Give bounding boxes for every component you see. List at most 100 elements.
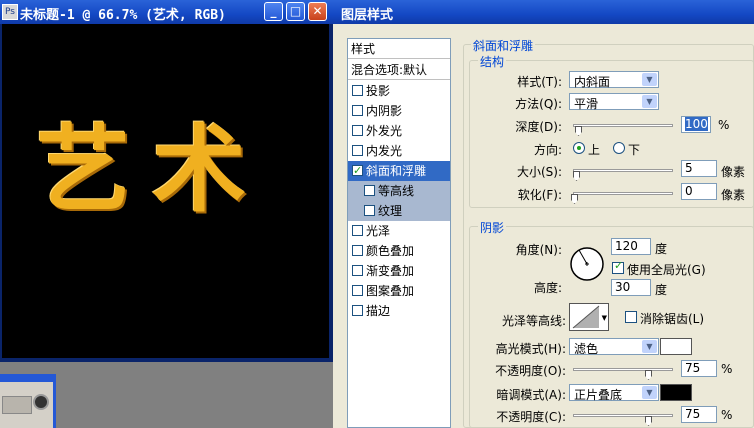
size-input[interactable]: 5 <box>681 160 717 177</box>
style-checkbox[interactable] <box>352 161 363 181</box>
structure-title: 结构 <box>478 53 507 70</box>
bevel-style-select[interactable]: 内斜面 ▼ <box>569 71 659 89</box>
soften-unit: 像素 <box>721 188 746 202</box>
style-item[interactable]: 等高线 <box>348 181 450 201</box>
soften-slider[interactable] <box>573 192 673 195</box>
style-checkbox[interactable] <box>352 105 363 116</box>
size-unit: 像素 <box>721 165 746 179</box>
direction-up-radio[interactable] <box>573 142 585 154</box>
shadow-mode-value: 正片叠底 <box>574 388 623 402</box>
style-item-label: 颜色叠加 <box>366 244 415 258</box>
direction-label: 方向: <box>533 143 562 157</box>
style-checkbox[interactable] <box>352 125 363 136</box>
style-item-label: 内发光 <box>366 144 403 158</box>
angle-dial-icon[interactable] <box>569 246 605 282</box>
altitude-label: 高度: <box>533 281 562 295</box>
highlight-mode-value: 滤色 <box>574 342 599 356</box>
close-button[interactable]: ✕ <box>308 2 327 21</box>
altitude-input[interactable]: 30 <box>611 279 651 296</box>
dialog-titlebar[interactable]: 图层样式 <box>333 0 754 24</box>
photoshop-document-icon: Ps <box>2 4 18 20</box>
depth-slider[interactable] <box>573 124 673 127</box>
style-label: 样式(T): <box>517 75 562 89</box>
antialias-checkbox[interactable] <box>625 311 637 323</box>
gloss-contour-label: 光泽等高线: <box>501 314 566 328</box>
style-item[interactable]: 投影 <box>348 81 450 101</box>
style-checkbox[interactable] <box>352 245 363 256</box>
style-item[interactable]: 描边 <box>348 301 450 321</box>
highlight-color-swatch[interactable] <box>660 338 692 355</box>
style-item-label: 图案叠加 <box>366 284 415 298</box>
dialog-title: 图层样式 <box>341 8 394 23</box>
style-item-label: 描边 <box>366 304 391 318</box>
style-item[interactable]: 外发光 <box>348 121 450 141</box>
direction-up-label: 上 <box>588 143 601 157</box>
layer-style-dialog: 图层样式 样式 混合选项:默认 投影内阴影外发光内发光斜面和浮雕等高线纹理光泽颜… <box>333 0 754 428</box>
shadow-opacity-label: 不透明度(C): <box>496 410 566 424</box>
style-item[interactable]: 渐变叠加 <box>348 261 450 281</box>
style-checkbox[interactable] <box>364 185 375 196</box>
style-item[interactable]: 内发光 <box>348 141 450 161</box>
style-checkbox[interactable] <box>364 205 375 216</box>
style-checkbox[interactable] <box>352 265 363 276</box>
shadow-opacity-input[interactable]: 75 <box>681 406 717 423</box>
shadow-opacity-slider[interactable] <box>573 414 673 417</box>
soften-label: 软化(F): <box>517 188 562 202</box>
shadow-color-swatch[interactable] <box>660 384 692 401</box>
depth-value: 100 <box>685 117 708 131</box>
document-title: 未标题-1 @ 66.7% (艺术, RGB) <box>20 8 226 23</box>
style-checkbox[interactable] <box>352 145 363 156</box>
minimize-button[interactable]: _ <box>264 2 283 21</box>
altitude-unit: 度 <box>655 283 668 297</box>
blend-options-item[interactable]: 混合选项:默认 <box>348 60 450 80</box>
angle-unit: 度 <box>655 242 668 256</box>
maximize-button[interactable]: □ <box>286 2 305 21</box>
soften-input[interactable]: 0 <box>681 183 717 200</box>
use-global-light-checkbox[interactable] <box>612 259 624 274</box>
style-item-label: 光泽 <box>366 224 391 238</box>
shadow-mode-label: 暗调模式(A): <box>496 388 566 402</box>
style-checkbox[interactable] <box>352 285 363 296</box>
style-checkbox[interactable] <box>352 225 363 236</box>
shading-title: 阴影 <box>478 219 507 236</box>
shadow-mode-select[interactable]: 正片叠底 ▼ <box>569 384 659 402</box>
chevron-down-icon: ▼ <box>601 314 607 322</box>
angle-label: 角度(N): <box>515 243 562 257</box>
style-item-label: 内阴影 <box>366 104 403 118</box>
style-checkbox[interactable] <box>352 305 363 316</box>
bevel-emboss-title: 斜面和浮雕 <box>471 37 536 54</box>
antialias-label: 消除锯齿(L) <box>640 312 705 326</box>
technique-select[interactable]: 平滑 ▼ <box>569 93 659 111</box>
size-slider[interactable] <box>573 169 673 172</box>
chevron-down-icon: ▼ <box>642 73 657 86</box>
style-checkbox[interactable] <box>352 85 363 96</box>
style-item-label: 外发光 <box>366 124 403 138</box>
style-item[interactable]: 斜面和浮雕 <box>348 161 450 181</box>
styles-header[interactable]: 样式 <box>348 39 450 59</box>
gloss-contour-picker[interactable]: ▼ <box>569 303 609 331</box>
highlight-mode-label: 高光模式(H): <box>495 342 566 356</box>
angle-input[interactable]: 120 <box>611 238 651 255</box>
use-global-light-label: 使用全局光(G) <box>627 263 706 277</box>
style-item[interactable]: 颜色叠加 <box>348 241 450 261</box>
highlight-opacity-input[interactable]: 75 <box>681 360 717 377</box>
depth-unit: % <box>718 118 730 132</box>
document-canvas[interactable]: 艺术 <box>2 24 329 358</box>
highlight-opacity-unit: % <box>721 362 733 376</box>
style-item[interactable]: 内阴影 <box>348 101 450 121</box>
contour-curve-icon <box>572 305 600 329</box>
tool-circle-icon[interactable] <box>33 394 49 410</box>
highlight-opacity-label: 不透明度(O): <box>495 364 566 378</box>
highlight-mode-select[interactable]: 滤色 ▼ <box>569 338 659 356</box>
tool-thumbnail-icon[interactable] <box>2 396 32 414</box>
bevel-style-value: 内斜面 <box>574 75 611 89</box>
tool-palette-window <box>0 374 56 428</box>
depth-input[interactable]: 100 <box>681 116 711 133</box>
direction-down-radio[interactable] <box>613 142 625 154</box>
style-item[interactable]: 光泽 <box>348 221 450 241</box>
style-item[interactable]: 纹理 <box>348 201 450 221</box>
technique-label: 方法(Q): <box>515 97 562 111</box>
document-titlebar[interactable]: Ps 未标题-1 @ 66.7% (艺术, RGB) _ □ ✕ <box>0 0 333 24</box>
style-item[interactable]: 图案叠加 <box>348 281 450 301</box>
highlight-opacity-slider[interactable] <box>573 368 673 371</box>
